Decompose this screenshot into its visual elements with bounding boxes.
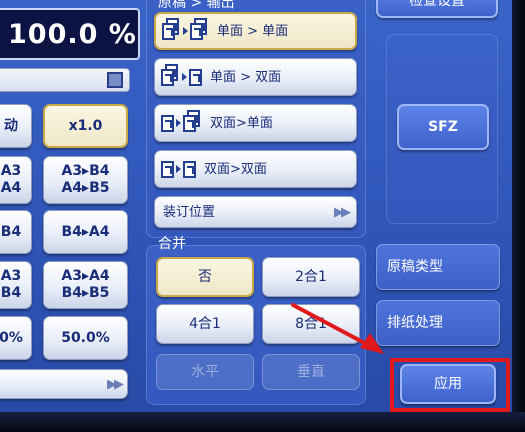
combine-4in1-button[interactable]: 4合1: [156, 304, 254, 344]
sfz-button[interactable]: SFZ: [397, 104, 489, 150]
zoom-a3-a4-button[interactable]: A3 A4: [0, 156, 32, 204]
combine-horizontal-button: 水平: [156, 354, 254, 390]
combine-vertical-button: 垂直: [262, 354, 360, 390]
combine-title: 合并: [158, 236, 186, 252]
binding-position-button[interactable]: 装订位置 ▶▶: [154, 196, 357, 228]
zoom-a3b4-a4b5-button[interactable]: A3▸B4 A4▸B5: [43, 156, 128, 204]
zoom-a3-b4-button[interactable]: A3 B4: [0, 261, 32, 309]
apply-button[interactable]: 应用: [400, 364, 496, 404]
touch-screen: 100.0 % 动 x1.0 A3 A4 A3▸B4 A4▸B5 B4 B4▸A…: [0, 0, 514, 414]
single-to-double-icon: [161, 64, 202, 87]
left-more-button[interactable]: ▶▶: [0, 369, 128, 399]
slider-thumb[interactable]: [107, 72, 123, 88]
zoom-50-button[interactable]: 50.0%: [43, 316, 128, 360]
paper-output-button[interactable]: 排纸处理: [376, 300, 500, 346]
zoom-x1-button[interactable]: x1.0: [43, 104, 128, 148]
zoom-a3a4-b4b5-button[interactable]: A3▸A4 B4▸B5: [43, 261, 128, 309]
zoom-value: 100.0 %: [8, 18, 137, 50]
screen-bezel-right: [512, 0, 525, 432]
duplex-single-to-single-button[interactable]: 单面 > 单面: [154, 12, 357, 50]
zoom-b4-a4-button[interactable]: B4▸A4: [43, 210, 128, 254]
combine-8in1-button[interactable]: 8合1: [262, 304, 360, 344]
double-to-double-icon: [161, 160, 196, 178]
zoom-preset-left-button[interactable]: 0%: [0, 316, 32, 360]
duplex-double-to-double-button[interactable]: 双面>双面: [154, 150, 357, 188]
single-to-single-icon: [162, 18, 209, 41]
combine-2in1-button[interactable]: 2合1: [262, 257, 360, 297]
zoom-b4-button[interactable]: B4: [0, 210, 32, 254]
duplex-header: 原稿 > 输出: [158, 0, 235, 11]
double-to-single-icon: [161, 110, 202, 133]
check-settings-button[interactable]: 检查设置: [376, 0, 498, 18]
duplex-double-to-single-button[interactable]: 双面>单面: [154, 104, 357, 142]
zoom-slider[interactable]: [0, 68, 130, 92]
combine-none-button[interactable]: 否: [156, 257, 254, 297]
double-chevron-right-icon: ▶▶: [107, 376, 124, 392]
auto-zoom-button[interactable]: 动: [0, 104, 32, 148]
screen-bezel-bottom: [0, 412, 525, 432]
double-chevron-right-icon: ▶▶: [334, 204, 351, 220]
duplex-single-to-double-button[interactable]: 单面 > 双面: [154, 58, 357, 96]
zoom-display: 100.0 %: [0, 8, 140, 60]
original-type-button[interactable]: 原稿类型: [376, 244, 500, 290]
